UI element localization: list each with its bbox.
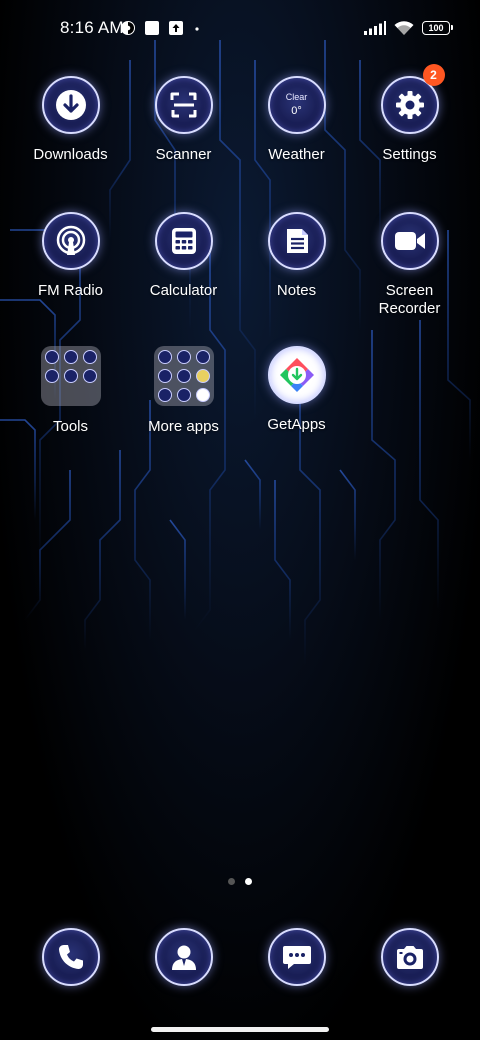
block-icon [82,350,97,364]
square-notification-icon [145,21,159,35]
wifi-icon [394,21,414,35]
calculator-icon [154,212,213,270]
contacts-icon [155,928,213,986]
battery-indicator: 100 [422,21,453,35]
app-label: Weather [268,146,325,163]
battery-level: 100 [428,23,444,33]
folder-icon [153,346,214,406]
facebook-icon [176,350,191,364]
dock-messages-wrapper [268,928,326,986]
app-label: Notes [276,282,317,299]
mail-icon [176,388,191,402]
page-indicator [0,878,480,885]
dock-camera[interactable] [381,928,439,986]
app-calculator[interactable]: Calculator [127,212,240,300]
messages-icon [268,928,326,986]
app-notes[interactable]: Notes [240,212,353,300]
app-label-line1: Screen [385,282,434,299]
app-fm-radio[interactable]: FM Radio [14,212,127,300]
app-label: Tools [52,418,89,435]
downloads-icon [41,76,100,134]
more-notifications-dot-icon [195,27,199,31]
home-screen: 8:16 AM 100 Downloads Scanner Clear 0° W… [0,0,480,1040]
app-screen-recorder[interactable]: Screen Recorder [353,212,466,318]
app-downloads[interactable]: Downloads [14,76,127,164]
dock-contacts-wrapper [155,928,213,986]
weather-widget-icon: Clear 0° [267,76,326,134]
dock-contacts[interactable] [155,928,213,986]
plus-icon [82,369,97,383]
app-label: Calculator [149,282,218,299]
page-dot-2[interactable] [245,878,252,885]
folder-more-apps[interactable]: More apps [127,346,240,436]
weather-condition: Clear [285,91,308,102]
upload-notification-icon [169,21,183,35]
app-label: Scanner [155,146,212,163]
cart-icon [157,350,172,364]
folder-tools[interactable]: Tools [14,346,127,436]
notification-icons [120,18,202,38]
dock-phone[interactable] [42,928,100,986]
notification-badge: 2 [422,64,445,86]
system-status-icons: 100 [364,18,453,38]
folder-icon [40,346,101,406]
radio-icon [41,212,100,270]
home-gesture-bar[interactable] [151,1027,329,1032]
linkedin-icon [157,369,172,383]
notes-icon [267,212,326,270]
chrome-icon [195,388,210,402]
dock-camera-wrapper [381,928,439,986]
spotify-icon [195,350,210,364]
phone-icon [42,928,100,986]
page-dot-1[interactable] [228,878,235,885]
app-label: Settings [382,146,437,163]
app-label-line2: Recorder [378,300,441,317]
dock-phone-wrapper [42,928,100,986]
feedback-icon [63,369,78,383]
video-camera-icon [380,212,439,270]
scanner-icon [154,76,213,134]
signal-icon [364,21,386,35]
app-settings[interactable]: 2 Settings [353,64,466,164]
compass-icon [63,350,78,364]
status-bar: 8:16 AM 100 [0,0,480,56]
app-label: More apps [148,418,219,435]
app-scanner[interactable]: Scanner [127,76,240,164]
app-label: FM Radio [37,282,104,299]
getapps-icon [267,346,326,404]
app-getapps[interactable]: GetApps [240,346,353,434]
person-icon [44,369,59,383]
app-icon [157,388,172,402]
microphone-icon [44,350,59,364]
app-label: Downloads [33,146,108,163]
butterfly-icon [176,369,191,383]
app-label: GetApps [267,416,326,433]
app-label: Screen Recorder [353,282,466,318]
weather-temperature: 0° [291,105,302,118]
app-weather[interactable]: Clear 0° Weather [240,76,353,164]
camera-icon [381,928,439,986]
gear-icon: 2 [380,64,445,134]
face-icon [195,369,210,383]
browser-notification-icon [121,21,135,35]
status-time: 8:16 AM [60,18,124,37]
dock-messages[interactable] [268,928,326,986]
